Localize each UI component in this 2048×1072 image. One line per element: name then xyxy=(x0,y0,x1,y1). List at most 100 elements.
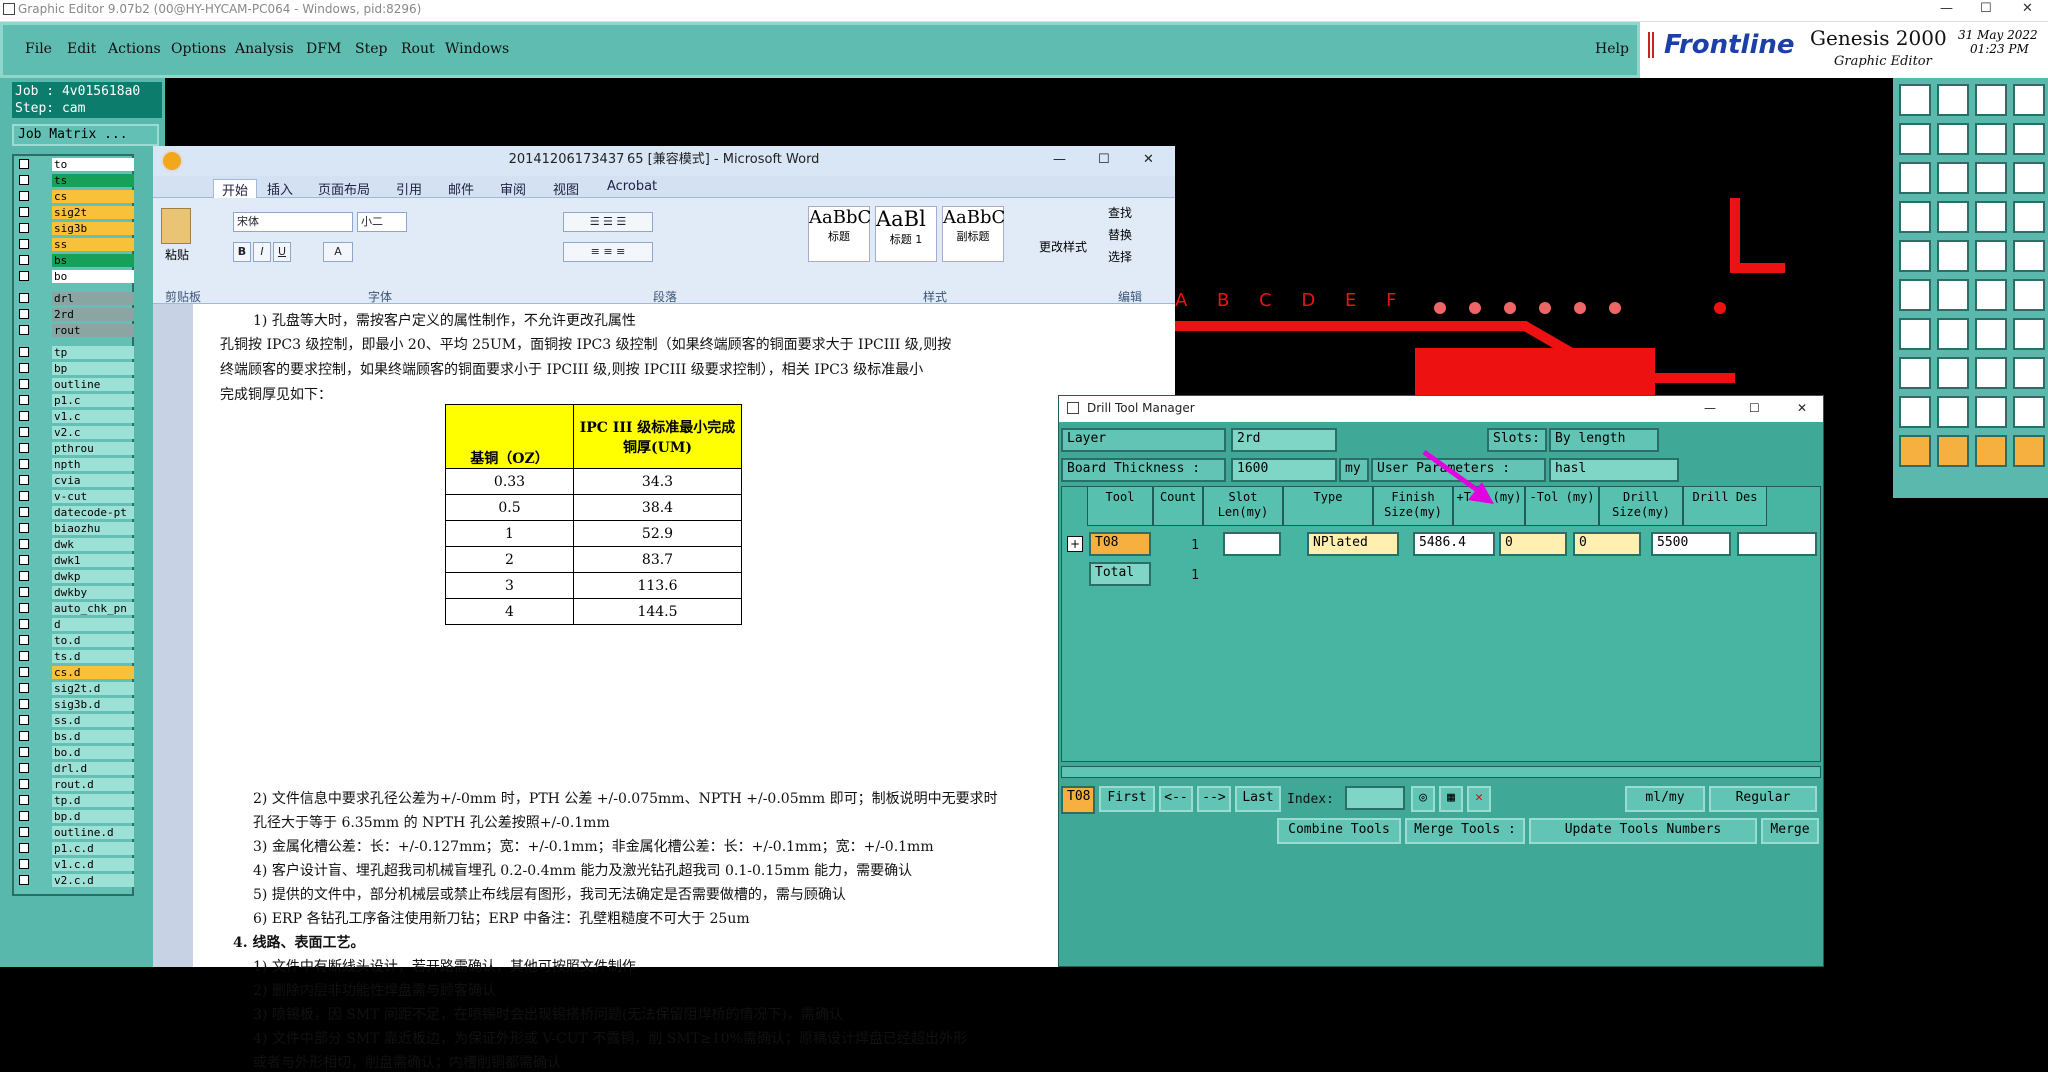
layer-row[interactable]: datecode-pt xyxy=(16,506,134,519)
layer-name[interactable]: bp.d xyxy=(52,810,134,823)
style-heading1[interactable]: AaBl 标题 1 xyxy=(875,206,937,262)
combine-tools-button[interactable]: Combine Tools xyxy=(1277,818,1401,844)
layer-name[interactable]: bp xyxy=(52,362,134,375)
layer-row[interactable]: v2.c.d xyxy=(16,874,134,887)
palette-tool-icon[interactable] xyxy=(1975,279,2007,311)
job-matrix-button[interactable]: Job Matrix ... xyxy=(12,124,159,146)
layer-checkbox[interactable] xyxy=(19,379,29,389)
first-button[interactable]: First xyxy=(1099,786,1155,812)
menu-options[interactable]: Options xyxy=(171,41,226,57)
merge-tools-select[interactable]: Merge Tools : xyxy=(1405,818,1525,844)
menu-actions[interactable]: Actions xyxy=(108,41,161,57)
layer-checkbox[interactable] xyxy=(19,843,29,853)
layer-checkbox[interactable] xyxy=(19,191,29,201)
layer-name[interactable]: bs.d xyxy=(52,730,134,743)
layer-name[interactable]: rout.d xyxy=(52,778,134,791)
layer-name[interactable]: npth xyxy=(52,458,134,471)
style-normal[interactable]: AaBbC 标题 xyxy=(808,206,871,262)
layer-checkbox[interactable] xyxy=(19,603,29,613)
menu-windows[interactable]: Windows xyxy=(445,41,509,57)
layer-checkbox[interactable] xyxy=(19,555,29,565)
layer-name[interactable]: dwk1 xyxy=(52,554,134,567)
layer-name[interactable]: rout xyxy=(52,324,134,337)
palette-tool-icon[interactable] xyxy=(1899,435,1931,467)
layer-row[interactable]: outline xyxy=(16,378,134,391)
slot-len-field[interactable] xyxy=(1223,532,1281,556)
layer-row[interactable]: outline.d xyxy=(16,826,134,839)
layer-field[interactable]: 2rd xyxy=(1231,428,1337,452)
font-size-select[interactable]: 小二 xyxy=(357,212,407,232)
last-button[interactable]: Last xyxy=(1235,786,1281,812)
merge-button[interactable]: Merge xyxy=(1761,818,1819,844)
layer-name[interactable]: outline xyxy=(52,378,134,391)
palette-tool-icon[interactable] xyxy=(1975,84,2007,116)
menu-dfm[interactable]: DFM xyxy=(306,41,341,57)
word-maximize-icon[interactable]: ☐ xyxy=(1098,146,1110,174)
layer-name[interactable]: p1.c.d xyxy=(52,842,134,855)
palette-tool-icon[interactable] xyxy=(1937,201,1969,233)
palette-tool-icon[interactable] xyxy=(1899,279,1931,311)
close-icon[interactable]: ✕ xyxy=(2022,0,2033,18)
ptol-field[interactable]: 0 xyxy=(1499,532,1567,556)
layer-name[interactable]: v-cut xyxy=(52,490,134,503)
palette-tool-icon[interactable] xyxy=(1899,162,1931,194)
layer-row[interactable]: rout xyxy=(16,324,134,337)
layer-checkbox[interactable] xyxy=(19,239,29,249)
palette-tool-icon[interactable] xyxy=(2013,318,2045,350)
layer-name[interactable]: cvia xyxy=(52,474,134,487)
layer-name[interactable]: tp.d xyxy=(52,794,134,807)
font-name-select[interactable]: 宋体 xyxy=(233,212,353,232)
change-style-button[interactable]: 更改样式 xyxy=(1039,238,1087,255)
palette-tool-icon[interactable] xyxy=(1937,435,1969,467)
layer-checkbox[interactable] xyxy=(19,207,29,217)
palette-tool-icon[interactable] xyxy=(1937,240,1969,272)
layer-checkbox[interactable] xyxy=(19,747,29,757)
palette-tool-icon[interactable] xyxy=(1899,240,1931,272)
layer-checkbox[interactable] xyxy=(19,411,29,421)
palette-tool-icon[interactable] xyxy=(2013,357,2045,389)
palette-tool-icon[interactable] xyxy=(1899,201,1931,233)
layer-name[interactable]: cs.d xyxy=(52,666,134,679)
user-params-field[interactable]: hasl xyxy=(1549,458,1679,482)
palette-tool-icon[interactable] xyxy=(1975,240,2007,272)
prev-button[interactable]: <-- xyxy=(1159,786,1193,812)
layer-name[interactable]: ts xyxy=(52,174,134,187)
layer-row[interactable]: drl.d xyxy=(16,762,134,775)
palette-tool-icon[interactable] xyxy=(2013,240,2045,272)
layer-row[interactable]: p1.c xyxy=(16,394,134,407)
layer-row[interactable]: cs.d xyxy=(16,666,134,679)
palette-tool-icon[interactable] xyxy=(1937,396,1969,428)
layer-checkbox[interactable] xyxy=(19,523,29,533)
tab-acrobat[interactable]: Acrobat xyxy=(607,179,657,194)
layer-row[interactable]: drl xyxy=(16,292,134,305)
palette-tool-icon[interactable] xyxy=(2013,396,2045,428)
layer-row[interactable]: d xyxy=(16,618,134,631)
layer-name[interactable]: d xyxy=(52,618,134,631)
menu-rout[interactable]: Rout xyxy=(401,41,435,57)
word-close-icon[interactable]: ✕ xyxy=(1143,146,1154,174)
palette-tool-icon[interactable] xyxy=(1899,357,1931,389)
layer-list[interactable]: to ts cs sig2t sig3b ss bs bo drl 2rd rout tp bp outl… xyxy=(12,154,134,896)
layer-checkbox[interactable] xyxy=(19,325,29,335)
layer-name[interactable]: v2.c.d xyxy=(52,874,134,887)
layer-checkbox[interactable] xyxy=(19,827,29,837)
maximize-icon[interactable]: ☐ xyxy=(1980,0,1992,18)
palette-tool-icon[interactable] xyxy=(1937,84,1969,116)
layer-name[interactable]: bs xyxy=(52,254,134,267)
layer-checkbox[interactable] xyxy=(19,507,29,517)
layer-checkbox[interactable] xyxy=(19,443,29,453)
layer-row[interactable]: npth xyxy=(16,458,134,471)
layer-row[interactable]: sig3b.d xyxy=(16,698,134,711)
layer-row[interactable]: pthrou xyxy=(16,442,134,455)
layer-checkbox[interactable] xyxy=(19,571,29,581)
tab-references[interactable]: 引用 xyxy=(396,179,422,198)
layer-checkbox[interactable] xyxy=(19,699,29,709)
tab-home[interactable]: 开始 xyxy=(213,179,258,200)
palette-tool-icon[interactable] xyxy=(2013,201,2045,233)
drill-des-field[interactable] xyxy=(1737,532,1817,556)
tab-review[interactable]: 审阅 xyxy=(500,179,526,198)
layer-checkbox[interactable] xyxy=(19,587,29,597)
layer-checkbox[interactable] xyxy=(19,715,29,725)
layer-name[interactable]: drl.d xyxy=(52,762,134,775)
layer-name[interactable]: ts.d xyxy=(52,650,134,663)
